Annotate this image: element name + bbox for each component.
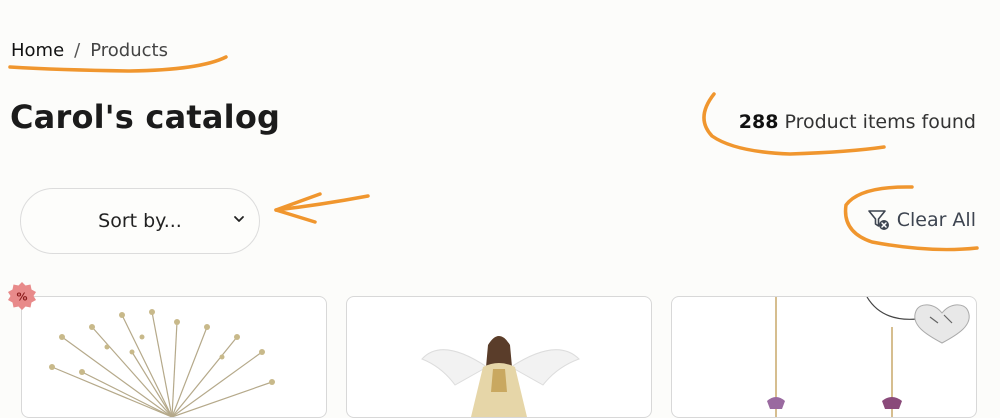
- filter-clear-icon: [867, 210, 889, 230]
- result-count-number: 288: [738, 111, 779, 133]
- product-card[interactable]: [346, 296, 652, 418]
- clear-all-label: Clear All: [896, 209, 976, 231]
- breadcrumb-home-link[interactable]: Home: [11, 40, 64, 61]
- page-title: Carol's catalog: [10, 98, 281, 136]
- discount-percent-icon: %: [8, 282, 36, 310]
- product-image-gold-spray: [49, 309, 275, 417]
- result-count: 288 Product items found: [739, 111, 976, 133]
- discount-symbol: %: [16, 291, 27, 304]
- product-card[interactable]: [671, 296, 977, 418]
- product-card[interactable]: [21, 296, 327, 418]
- breadcrumb-separator: /: [74, 40, 81, 61]
- sort-select-label: Sort by...: [98, 210, 182, 232]
- sort-select[interactable]: Sort by...: [20, 188, 260, 254]
- product-image-goodwill-heart: [767, 297, 970, 417]
- result-count-label: Product items found: [784, 111, 976, 133]
- product-image-angel: [421, 336, 580, 417]
- chevron-down-icon: [234, 216, 244, 222]
- clear-all-button[interactable]: Clear All: [867, 208, 976, 232]
- breadcrumb: Home / Products: [11, 40, 168, 61]
- breadcrumb-current: Products: [90, 40, 168, 61]
